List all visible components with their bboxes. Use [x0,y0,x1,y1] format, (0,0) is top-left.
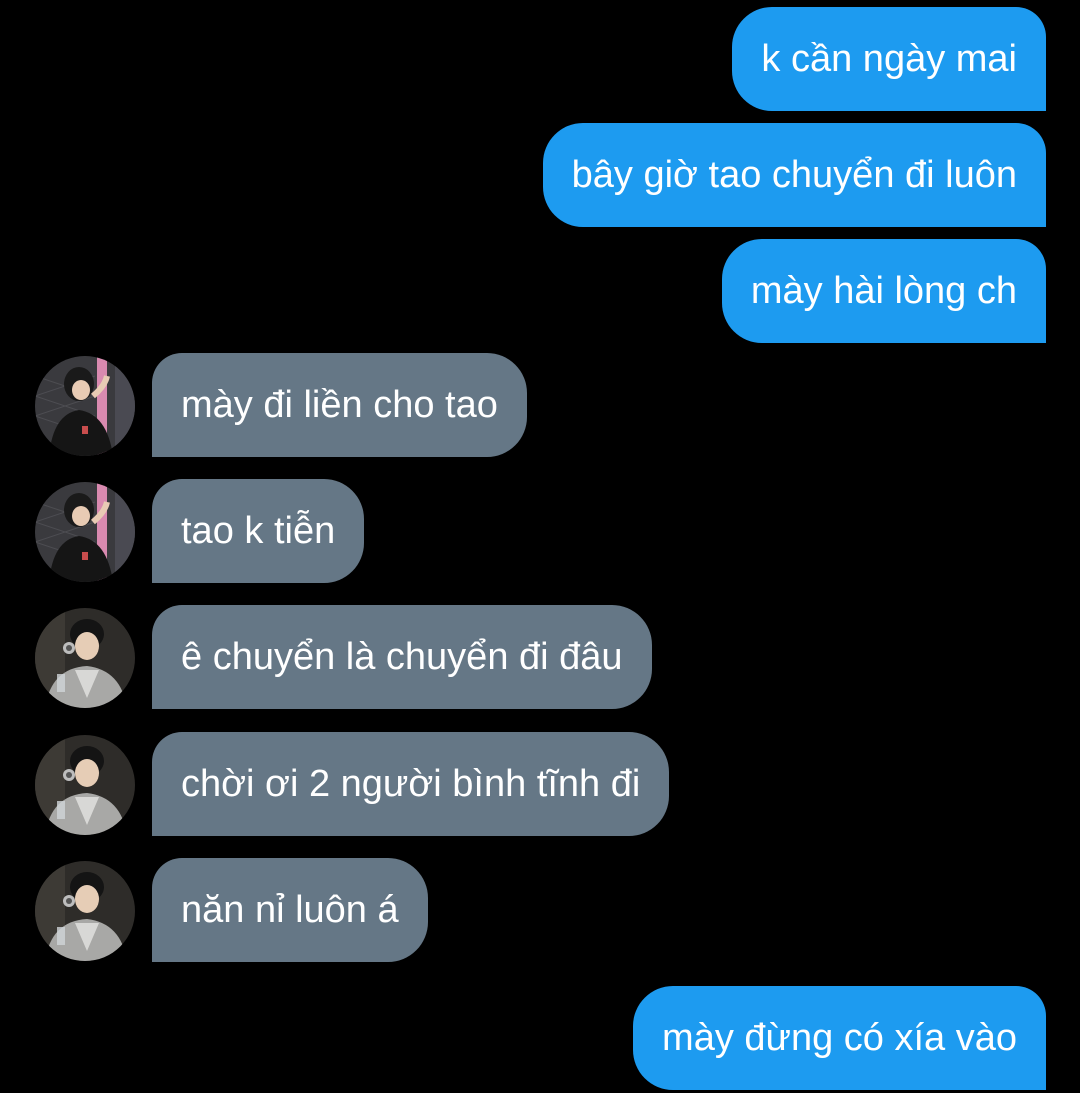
message-text: mày đi liền cho tao [181,383,498,426]
avatar-grey-hoodie-image [35,735,135,835]
message-text: bây giờ tao chuyển đi luôn [571,153,1017,196]
sent-message[interactable]: k cần ngày mai [732,7,1046,111]
avatar-pink-wall-image [35,482,135,582]
avatar[interactable] [35,861,135,961]
message-text: năn nỉ luôn á [181,888,399,931]
message-thread: k cần ngày mai bây giờ tao chuyển đi luô… [0,0,1080,1093]
sent-message[interactable]: mày hài lòng ch [721,239,1046,343]
sent-message[interactable]: bây giờ tao chuyển đi luôn [542,123,1046,227]
message-text: mày hài lòng ch [750,269,1017,312]
avatar-pink-wall-image [35,356,135,456]
message-text: ê chuyển là chuyển đi đâu [181,635,623,678]
avatar[interactable] [35,608,135,708]
message-text: k cần ngày mai [761,37,1017,80]
avatar-grey-hoodie-image [35,608,135,708]
avatar-grey-hoodie-image [35,861,135,961]
avatar[interactable] [35,356,135,456]
sent-message[interactable]: mày đừng có xía vào [633,986,1046,1090]
received-message[interactable]: ê chuyển là chuyển đi đâu [152,605,652,709]
received-message[interactable]: tao k tiễn [152,479,365,583]
message-text: tao k tiễn [181,509,336,552]
received-message[interactable]: mày đi liền cho tao [152,353,527,457]
avatar[interactable] [35,735,135,835]
received-message[interactable]: chời ơi 2 người bình tĩnh đi [152,732,670,836]
avatar[interactable] [35,482,135,582]
received-message[interactable]: năn nỉ luôn á [152,858,428,962]
message-text: chời ơi 2 người bình tĩnh đi [181,762,641,805]
message-text: mày đừng có xía vào [662,1016,1017,1059]
